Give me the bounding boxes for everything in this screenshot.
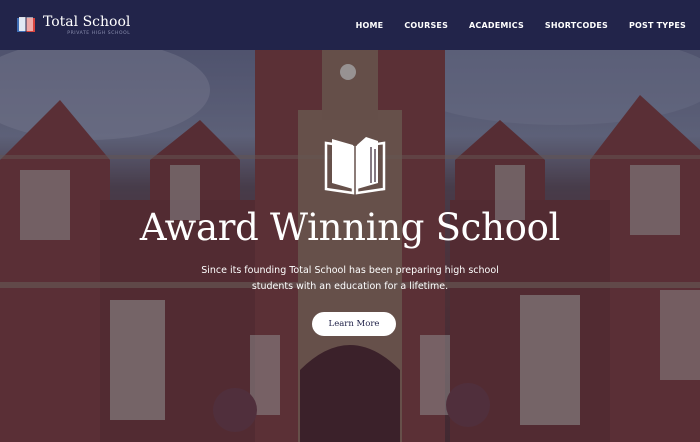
site-header: Total School PRIVATE HIGH SCHOOL HOME CO… [0,0,700,50]
brand-name: Total School [43,14,131,30]
open-book-icon [324,137,386,195]
brand-tagline: PRIVATE HIGH SCHOOL [67,31,131,36]
nav-academics[interactable]: ACADEMICS [469,21,524,30]
nav-courses[interactable]: COURSES [404,21,448,30]
nav-shortcodes[interactable]: SHORTCODES [545,21,608,30]
hero-title: Award Winning School [139,206,561,249]
site-logo[interactable]: Total School PRIVATE HIGH SCHOOL [15,14,130,36]
learn-more-button[interactable]: Learn More [312,312,396,336]
nav-post-types[interactable]: POST TYPES [629,21,686,30]
nav-home[interactable]: HOME [356,21,384,30]
main-nav: HOME COURSES ACADEMICS SHORTCODES POST T… [335,21,686,30]
hero-banner: Award Winning School Since its founding … [0,50,700,442]
hero-subtitle: Since its founding Total School has been… [201,265,499,292]
book-logo-icon [17,17,35,32]
